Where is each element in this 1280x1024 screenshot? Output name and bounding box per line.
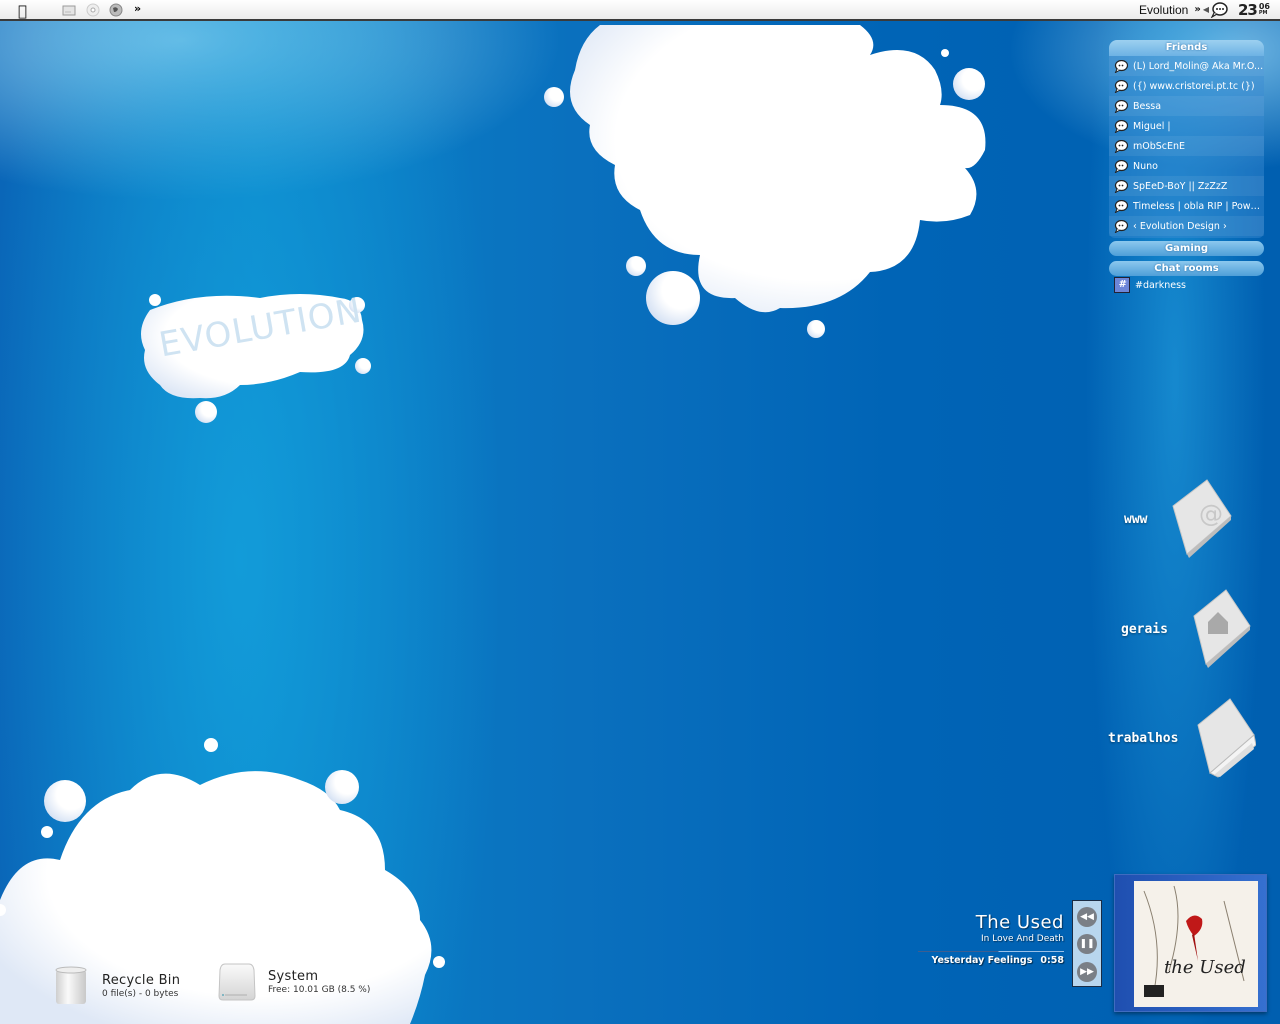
previous-button[interactable]: ◀◀ <box>1077 907 1097 927</box>
chat-bubble-icon <box>1114 199 1128 213</box>
shortcut-www[interactable]: www @ <box>1124 478 1233 560</box>
friend-item[interactable]: ({) www.cristorei.pt.tc (}) <box>1109 76 1264 96</box>
album-name: In Love And Death <box>981 934 1064 944</box>
shortcut-label: gerais <box>1121 621 1168 637</box>
chat-bubble-icon <box>1114 99 1128 113</box>
shortcut-label: www <box>1124 511 1148 527</box>
artist-name: The Used <box>975 912 1064 933</box>
chatrooms-header[interactable]: Chat rooms <box>1109 261 1264 276</box>
system-drive[interactable]: System Free: 10.01 GB (8.5 %) <box>217 962 370 1002</box>
bubble <box>355 358 371 374</box>
documents-folder-icon <box>1197 698 1257 778</box>
shortcut-label: trabalhos <box>1108 730 1179 746</box>
svg-text:@: @ <box>1199 500 1223 528</box>
chatroom-item[interactable]: # #darkness <box>1109 276 1264 294</box>
chatroom-name: #darkness <box>1135 279 1186 291</box>
now-playing: The Used In Love And Death <box>976 912 1064 944</box>
wallpaper-clouds <box>0 25 986 1024</box>
album-cover-image: the Used <box>1134 881 1258 1007</box>
bubble <box>646 271 700 325</box>
friend-name: Miguel | <box>1133 120 1171 132</box>
friend-item[interactable]: Timeless | obla RIP | Powe... <box>1109 196 1264 216</box>
friend-name: (L) Lord_Molin@ Aka Mr.O... <box>1133 60 1264 72</box>
bubble <box>953 68 985 100</box>
system-drive-label: System <box>268 969 319 984</box>
recycle-bin[interactable]: Recycle Bin 0 file(s) - 0 bytes <box>54 965 180 1007</box>
system-drive-info: Free: 10.01 GB (8.5 %) <box>268 985 371 995</box>
friend-item[interactable]: mObScEnE <box>1109 136 1264 156</box>
chat-bubble-icon <box>1114 119 1128 133</box>
chat-bubble-icon <box>1114 159 1128 173</box>
track-progress-bar[interactable] <box>918 951 1064 952</box>
recycle-bin-info: 0 file(s) - 0 bytes <box>102 989 179 999</box>
friends-list: (L) Lord_Molin@ Aka Mr.O... ({) www.crist… <box>1109 56 1264 238</box>
pause-button[interactable]: ❚❚ <box>1077 934 1097 954</box>
bubble <box>44 780 86 822</box>
contacts-panel: Friends (L) Lord_Molin@ Aka Mr.O... ({) w… <box>1109 40 1264 294</box>
bubble <box>41 826 53 838</box>
svg-text:the Used: the Used <box>1164 957 1246 978</box>
home-folder-icon <box>1193 589 1251 668</box>
recycle-bin-icon <box>55 966 87 1004</box>
friend-item[interactable]: Nuno <box>1109 156 1264 176</box>
chat-bubble-icon <box>1114 179 1128 193</box>
bubble <box>149 294 161 306</box>
track-info: Yesterday Feelings 0:58 <box>918 955 1064 966</box>
friend-item[interactable]: (L) Lord_Molin@ Aka Mr.O... <box>1109 56 1264 76</box>
friend-name: Nuno <box>1133 160 1158 172</box>
bubble <box>204 738 218 752</box>
friend-name: ({) www.cristorei.pt.tc (}) <box>1133 80 1255 92</box>
friend-item[interactable]: Bessa <box>1109 96 1264 116</box>
friend-item[interactable]: SpEeD-BoY || ZzZzZ <box>1109 176 1264 196</box>
next-button[interactable]: ▶▶ <box>1077 962 1097 982</box>
album-cover[interactable]: the Used <box>1114 874 1267 1012</box>
player-controls: ◀◀ ❚❚ ▶▶ <box>1072 900 1102 987</box>
shortcut-gerais[interactable]: gerais <box>1121 588 1252 670</box>
chat-bubble-icon <box>1114 79 1128 93</box>
bubble <box>807 320 825 338</box>
shortcut-trabalhos[interactable]: trabalhos <box>1108 697 1257 779</box>
track-title: Yesterday Feelings <box>931 955 1033 966</box>
gaming-header[interactable]: Gaming <box>1109 241 1264 256</box>
recycle-bin-label: Recycle Bin <box>102 973 181 988</box>
chat-bubble-icon <box>1114 59 1128 73</box>
hard-drive-icon <box>218 963 256 1001</box>
chat-bubble-icon <box>1114 219 1128 233</box>
chat-bubble-icon <box>1114 139 1128 153</box>
hash-room-icon: # <box>1114 277 1130 293</box>
friend-name: ‹ Evolution Design › <box>1133 220 1227 232</box>
friend-name: Bessa <box>1133 100 1162 112</box>
bubble <box>195 401 217 423</box>
friend-name: Timeless | obla RIP | Powe... <box>1133 200 1264 212</box>
bubble <box>325 770 359 804</box>
bubble <box>544 87 564 107</box>
at-sign-folder-icon: @ <box>1172 479 1233 558</box>
friend-item[interactable]: ‹ Evolution Design › <box>1109 216 1264 236</box>
friends-header[interactable]: Friends <box>1109 40 1264 56</box>
track-time: 0:58 <box>1040 955 1064 966</box>
bubble <box>433 956 445 968</box>
friend-name: SpEeD-BoY || ZzZzZ <box>1133 180 1228 192</box>
friend-name: mObScEnE <box>1133 140 1186 152</box>
bubble <box>941 49 949 57</box>
bubble <box>626 256 646 276</box>
friend-item[interactable]: Miguel | <box>1109 116 1264 136</box>
